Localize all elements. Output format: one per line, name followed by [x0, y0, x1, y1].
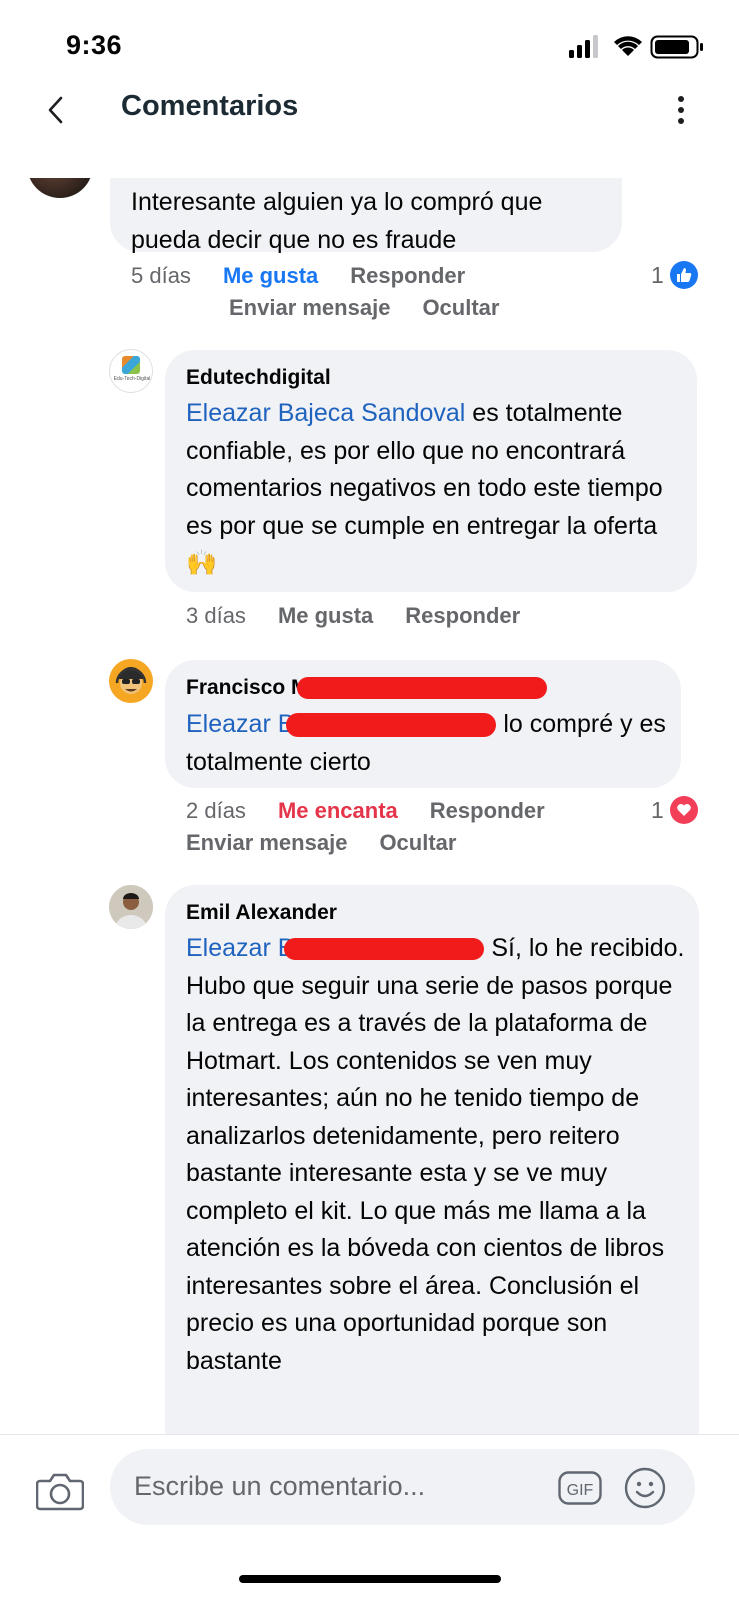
- comment-time: 5 días: [131, 263, 191, 288]
- comment-bubble[interactable]: Francisco M Eleazar B lo compré y es tot…: [165, 660, 681, 788]
- avatar[interactable]: [27, 178, 93, 198]
- mention-link[interactable]: Eleazar B: [186, 934, 485, 962]
- reaction-count-value: 1: [651, 796, 664, 823]
- comment-text: Interesante alguien ya lo compró que pue…: [131, 188, 543, 254]
- camera-icon[interactable]: [35, 1469, 85, 1513]
- love-button[interactable]: Me encanta: [278, 798, 398, 824]
- status-time: 9:36: [66, 30, 123, 60]
- comment-time: 3 días: [186, 603, 246, 628]
- hide-button[interactable]: Ocultar: [422, 295, 499, 321]
- redaction-mark: [286, 713, 497, 738]
- page-title: Comentarios: [121, 90, 299, 122]
- send-message-button[interactable]: Enviar mensaje: [229, 295, 390, 321]
- comment-author[interactable]: Edutechdigital: [186, 366, 331, 390]
- wifi-icon: [614, 36, 642, 56]
- reaction-count[interactable]: 1: [651, 261, 698, 289]
- comment-time: 2 días: [186, 798, 246, 823]
- reply-button[interactable]: Responder: [405, 603, 520, 629]
- comment-composer: Escribe un comentario... GIF: [0, 1434, 739, 1600]
- avatar[interactable]: Edu-Tech-Digital: [109, 349, 153, 393]
- like-button[interactable]: Me gusta: [278, 603, 373, 629]
- comment-bubble[interactable]: Edutechdigital Eleazar Bajeca Sandoval e…: [165, 350, 697, 592]
- header: Comentarios: [0, 80, 739, 140]
- reaction-count-value: 1: [651, 261, 664, 288]
- comment-text: Eleazar B Sí, lo he recibido. Hubo que s…: [186, 934, 685, 1375]
- svg-text:GIF: GIF: [567, 1482, 594, 1499]
- send-message-button[interactable]: Enviar mensaje: [186, 830, 347, 856]
- home-indicator[interactable]: [239, 1575, 501, 1583]
- more-options-icon[interactable]: [666, 90, 696, 130]
- hide-button[interactable]: Ocultar: [379, 830, 456, 856]
- chevron-left-icon: [48, 96, 63, 124]
- avatar[interactable]: [109, 885, 153, 929]
- comment-actions: 5 días Me gusta Responder Enviar mensaje…: [131, 260, 531, 324]
- comment-actions: 3 días Me gusta Responder: [186, 600, 552, 632]
- like-reaction-icon: [669, 261, 698, 289]
- gif-icon[interactable]: GIF: [558, 1471, 602, 1505]
- comment-input[interactable]: Escribe un comentario... GIF: [110, 1449, 695, 1525]
- comment-author[interactable]: Francisco M: [186, 676, 547, 700]
- status-icons: [569, 34, 709, 59]
- redaction-mark: [284, 938, 485, 961]
- battery-icon: [650, 35, 703, 59]
- comment-author[interactable]: Emil Alexander: [186, 901, 337, 925]
- like-button[interactable]: Me gusta: [223, 263, 318, 289]
- cellular-signal-icon: [569, 35, 598, 58]
- status-bar: 9:36: [0, 0, 739, 90]
- comment-text: Eleazar Bajeca Sandoval es totalmente co…: [186, 399, 663, 577]
- comment-actions: 2 días Me encanta Responder Enviar mensa…: [186, 795, 577, 859]
- comment-text: Eleazar B lo compré y es totalmente cier…: [186, 710, 666, 776]
- comment-bubble[interactable]: Emil Alexander Eleazar B Sí, lo he recib…: [165, 885, 699, 1434]
- reply-button[interactable]: Responder: [350, 263, 465, 289]
- avatar[interactable]: [109, 659, 153, 703]
- mention-link[interactable]: Eleazar B: [186, 710, 497, 738]
- mention-link[interactable]: Eleazar Bajeca Sandoval: [186, 399, 465, 427]
- emoji-icon[interactable]: [624, 1467, 666, 1509]
- reaction-count[interactable]: 1: [651, 796, 698, 824]
- comment-bubble[interactable]: Interesante alguien ya lo compró que pue…: [110, 178, 622, 254]
- heart-reaction-icon: [669, 796, 698, 824]
- comment-placeholder: Escribe un comentario...: [134, 1471, 426, 1501]
- redaction-mark: [296, 677, 547, 700]
- comments-list[interactable]: Interesante alguien ya lo compró que pue…: [0, 178, 739, 1434]
- back-button[interactable]: [36, 88, 76, 132]
- reply-button[interactable]: Responder: [430, 798, 545, 824]
